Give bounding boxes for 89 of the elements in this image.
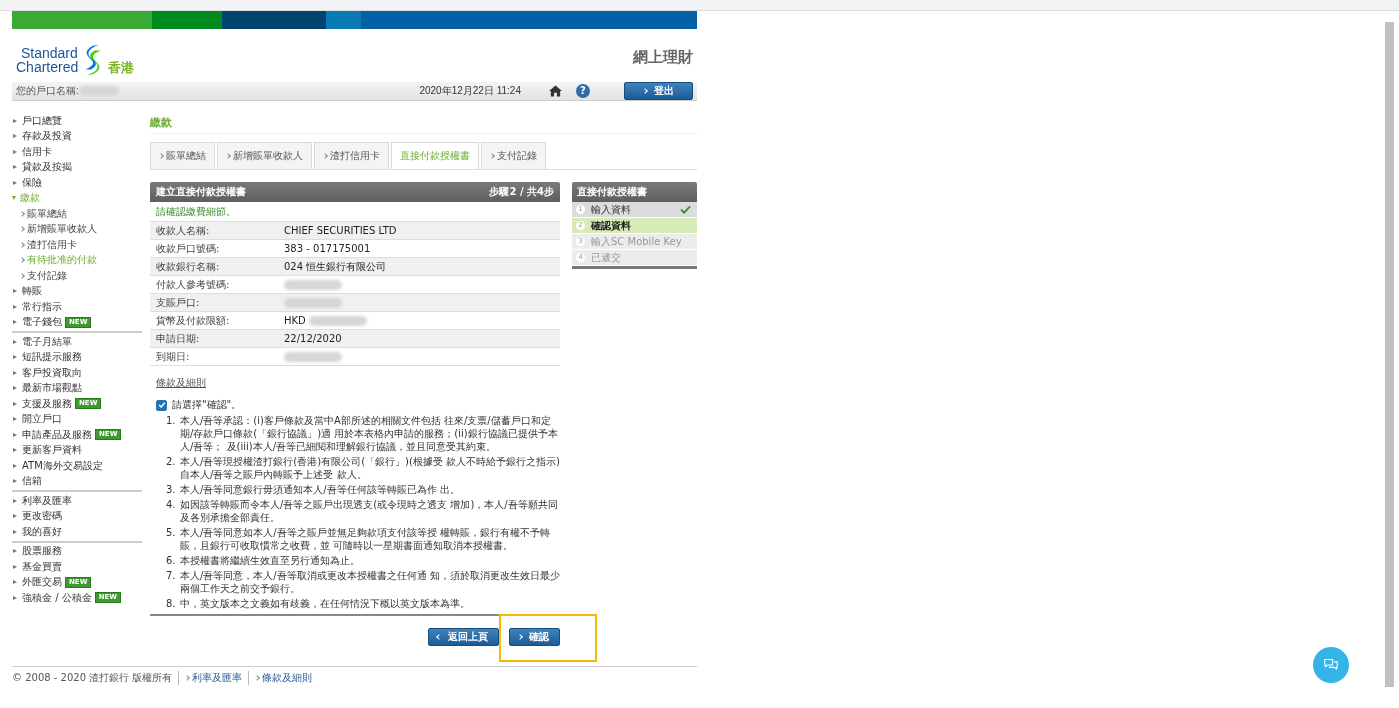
sidebar-item[interactable]: 申請產品及服務 [22, 427, 92, 442]
help-button[interactable]: ? [576, 84, 590, 98]
field-label: 貨幣及付款限額: [155, 313, 231, 328]
sidebar-subitem[interactable]: 支付記錄 [27, 268, 67, 283]
clause-text: 本授權書將繼續生效直至另行通知為止。 [180, 554, 360, 567]
sidebar-item[interactable]: 開立戶口 [22, 412, 62, 427]
clause-number: 4. [166, 498, 177, 512]
sidebar-item[interactable]: 電子月結單 [22, 334, 72, 349]
sidebar-subitem[interactable]: 新增賬單收款人 [27, 222, 97, 237]
service-title: 網上理財 [633, 48, 693, 67]
sidebar-item[interactable]: 利率及匯率 [22, 493, 72, 508]
redacted-value [284, 279, 342, 290]
confirm-label: 請選擇"確認"。 [172, 398, 242, 412]
tab[interactable]: 支付記錄 [481, 142, 546, 169]
sidebar-item[interactable]: 轉賬 [22, 284, 42, 299]
clause-number: 7. [166, 569, 177, 583]
field-value: 383 - 017175001 [284, 243, 371, 254]
tab[interactable]: 新增賬單收款人 [217, 142, 312, 169]
sidebar-item[interactable]: 客戶投資取向 [22, 365, 82, 380]
sidebar-item[interactable]: 更新客戶資料 [22, 443, 82, 458]
field-label: 收款人名稱: [155, 223, 211, 238]
copyright-text: © 2008 - 2020 渣打銀行 版權所有 [12, 671, 173, 685]
field-label: 收款銀行名稱: [155, 259, 221, 274]
sidebar-item[interactable]: 基金買賣 [22, 559, 62, 574]
sidebar-item[interactable]: 最新市場觀點 [22, 381, 82, 396]
sidebar-item[interactable]: 強積金 / 公積金 [22, 590, 92, 605]
account-name-label: 您的戶口名稱: [16, 84, 79, 98]
clause-text: 本人/吾等同意如本人/吾等之賬戶並無足夠款項支付該等授 權轉賬，銀行有權不予轉賬，且銀行可收取慣常之收費，並 可隨時以一星期書面通知取消本授權書。 [180, 526, 551, 552]
back-button[interactable]: 返回上頁 [428, 628, 499, 646]
field-label: 收款戶口號碼: [155, 241, 221, 256]
clause-text: 本人/吾等同意銀行毋須通知本人/吾等任何該等轉賬已為作 出。 [180, 483, 460, 496]
sidebar-subitem[interactable]: 賬單總結 [27, 206, 67, 221]
clause-text: 中，英文版本之文義如有歧義，在任何情況下概以英文版本為準。 [180, 597, 470, 610]
clause-number: 3. [166, 483, 177, 496]
clause-text: 如因該等轉賬而令本人/吾等之賬戶出現透支(或令現時之透支 增加)，本人/吾等願共同及各別承擔全部責任。 [180, 498, 559, 524]
sidebar-item[interactable]: 保險 [22, 175, 42, 190]
footer-link[interactable]: 利率及匯率 [178, 671, 243, 685]
tab[interactable]: 賬單總結 [150, 142, 215, 169]
clause-number: 8. [166, 597, 177, 610]
checkbox[interactable] [156, 399, 167, 411]
footer-link[interactable]: 條款及細則 [248, 671, 313, 685]
clause-number: 1. [166, 414, 177, 428]
sidebar-item[interactable]: 信箱 [22, 474, 42, 489]
redacted-value [284, 351, 342, 362]
clause-text: 本人/吾等現授權渣打銀行(香港)有限公司(「銀行」)(根據受 款人不時給予銀行之指示)自本人/吾等之賬戶內轉賬予上述受 款人。 [180, 455, 560, 481]
sidebar-item[interactable]: 貸款及按揭 [22, 160, 72, 175]
sidebar-item[interactable]: 信用卡 [22, 144, 52, 159]
clause-number: 5. [166, 526, 177, 540]
sidebar-item[interactable]: 常行指示 [22, 299, 62, 314]
sidebar-item[interactable]: 存款及投資 [22, 129, 72, 144]
chat-icon [1323, 658, 1339, 672]
region-label: 香港 [108, 59, 135, 77]
date-time: 2020年12月22日 11:24 [419, 84, 521, 98]
field-value: 024 恒生銀行有限公司 [284, 259, 387, 274]
field-value: HKD [284, 315, 306, 326]
sidebar-item[interactable]: 短訊提示服務 [22, 350, 82, 365]
clause-number: 2. [166, 455, 177, 469]
redacted-value [284, 297, 342, 308]
clause-number: 6. [166, 554, 177, 567]
clause-text: 本人/吾等同意，本人/吾等取消或更改本授權書之任何通 知，須於取消更改生效日最少兩個工作天之前交予銀行。 [180, 569, 560, 595]
tab[interactable]: 渣打信用卡 [314, 142, 389, 169]
sidebar-item[interactable]: 支援及服務 [22, 396, 72, 411]
sidebar-item[interactable]: 股票服務 [22, 544, 62, 559]
sidebar-subitem[interactable]: 渣打信用卡 [27, 237, 77, 252]
sidebar-item[interactable]: 我的喜好 [22, 524, 62, 539]
sidebar-item[interactable]: 戶口總覽 [22, 113, 62, 128]
sidebar-item[interactable]: ATM海外交易設定 [22, 458, 103, 473]
field-label: 申請日期: [155, 331, 201, 346]
field-label: 付款人參考號碼: [155, 277, 231, 292]
field-value: 22/12/2020 [284, 333, 342, 344]
sidebar-item[interactable]: 更改密碼 [22, 509, 62, 524]
step-indicator: 步驟2 / 共4步 [489, 185, 554, 199]
redacted-value [78, 86, 119, 96]
home-icon[interactable] [549, 85, 562, 97]
brand-name: Standard Chartered [16, 46, 79, 74]
field-label: 支賬戶口: [155, 295, 201, 310]
confirm-button[interactable]: 確認 [509, 628, 560, 646]
sidebar-item[interactable]: 外匯交易 [22, 575, 62, 590]
logout-button[interactable]: 登出 [624, 82, 693, 100]
terms-heading[interactable]: 條款及細則 [156, 376, 560, 390]
scrollbar[interactable] [1385, 22, 1394, 687]
page-title: 繳款 [150, 113, 697, 134]
details-title: 建立直接付款授權書 [156, 185, 246, 199]
field-value: CHIEF SECURITIES LTD [284, 225, 397, 236]
steps-panel-title: 直接付款授權書 [572, 182, 697, 202]
field-label: 到期日: [155, 349, 191, 364]
redacted-value [308, 315, 367, 326]
sidebar-item[interactable]: 電子錢包 [22, 315, 62, 330]
clause-text: 本人/吾等承認：(i)客戶條款及當中A部所述的相關文件包括 往來/支票/儲蓄戶口和定期/存款戶口條款(「銀行協議」)適 用於本表格內申請的服務；(ii)銀行協議已提供予本人/吾等； 及(iii)本人/吾等已細閱和理解銀行協議，並且同意受其約束。 [180, 414, 559, 453]
